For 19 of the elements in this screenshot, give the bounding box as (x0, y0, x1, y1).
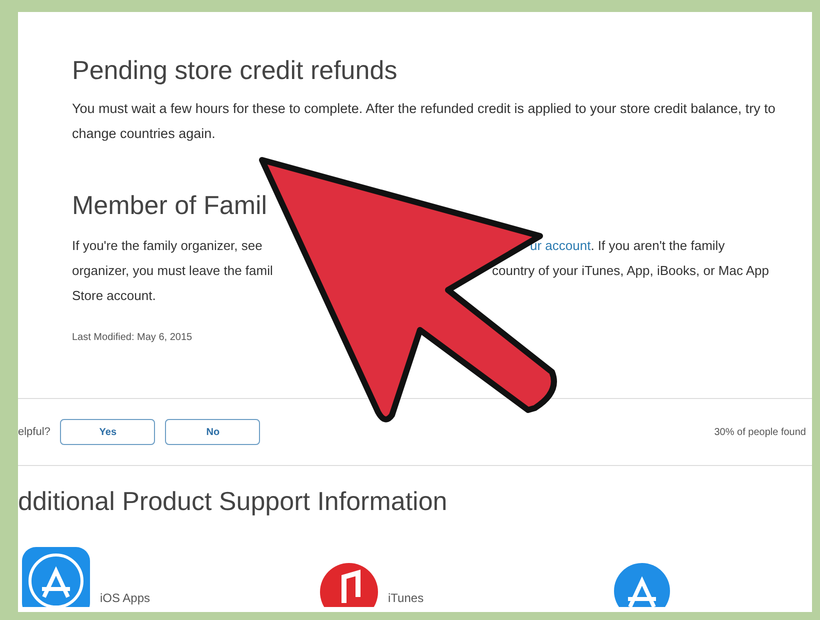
feedback-button[interactable]: Yes (60, 419, 156, 445)
section-heading: dditional Product Support Information (18, 486, 448, 517)
app-store-icon[interactable] (614, 563, 670, 607)
body-text: country of your iTunes, App, iBooks, or Mac App (492, 262, 769, 280)
body-text: organizer, you must leave the famil (72, 262, 274, 280)
body-text: Store account. (72, 287, 157, 305)
account-link[interactable]: ur account (530, 233, 591, 258)
section-heading: Member of Famil (72, 190, 268, 221)
app-store-icon[interactable] (22, 547, 90, 607)
body-text: You must wait a few hours for these to complete. After the refunded credit is applied to your store credit balance, try to change countries again. (72, 100, 776, 143)
feedback-button[interactable]: No (165, 419, 260, 445)
section-heading: Pending store credit refunds (72, 55, 398, 86)
helpful-stat-text: 30% of people found (714, 426, 806, 438)
product-label[interactable]: iTunes (388, 591, 424, 607)
body-text: If you're the family organizer, see (72, 237, 264, 255)
product-label[interactable]: iOS Apps (100, 591, 150, 607)
last-modified-text: Last Modified: May 6, 2015 (72, 332, 194, 343)
body-text: . If you aren't the family (590, 237, 725, 255)
helpful-question: elpful? (18, 426, 50, 438)
